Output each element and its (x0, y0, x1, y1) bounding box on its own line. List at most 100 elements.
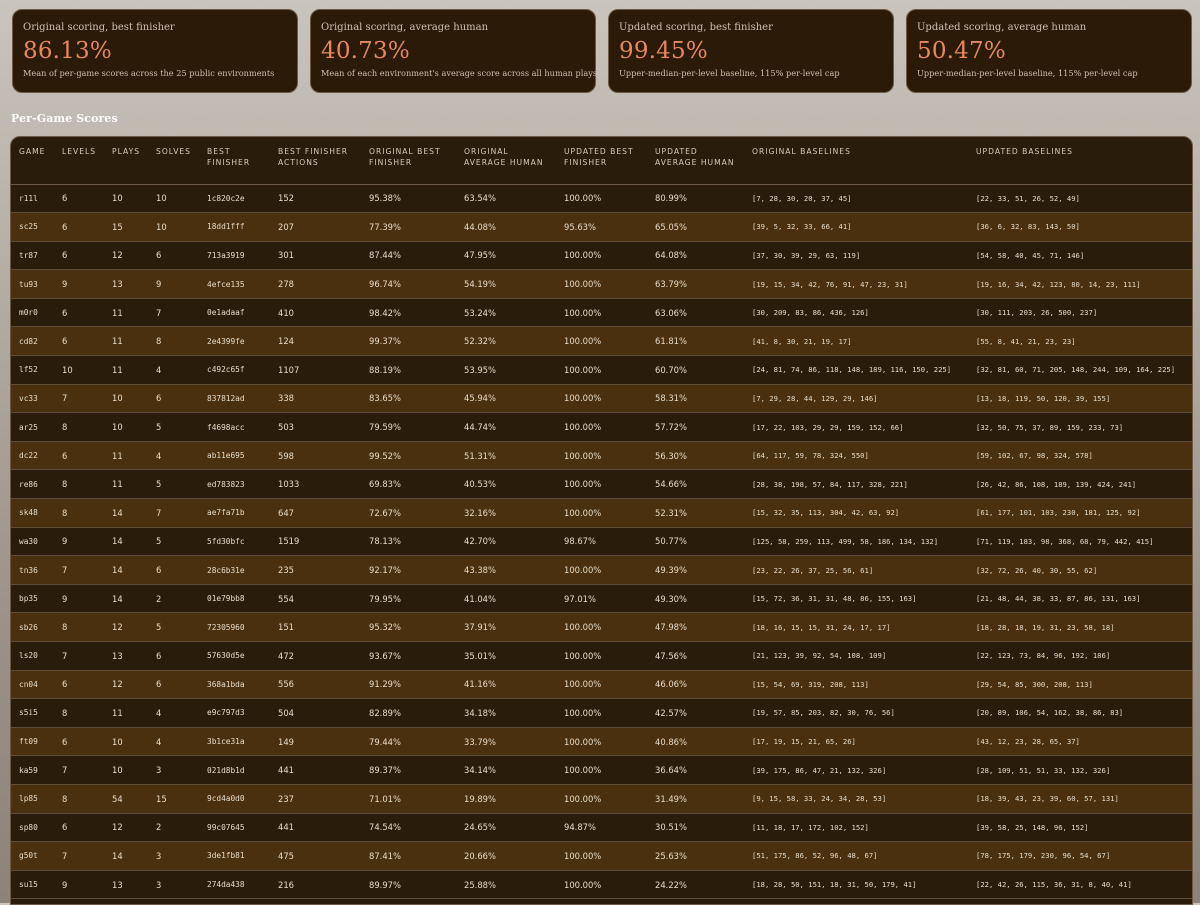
game-cell: tr87 (11, 241, 54, 271)
best-finisher-actions-cell: 237 (270, 784, 361, 814)
updated-best-finisher-cell: 100.00% (556, 241, 647, 271)
levels-cell: 6 (54, 326, 104, 357)
solves-cell: 4 (148, 698, 199, 728)
table-row[interactable]: dc22 6 11 4 ab11e695 598 99.52% 51.31% 100.00% 56… (11, 441, 1192, 471)
column-header-updated-average-human[interactable]: UPDATED AVERAGE HUMAN (647, 137, 744, 185)
original-average-human-cell: 40.53% (456, 469, 556, 500)
summary-card-updated-best: Updated scoring, best finisher 99.45% Up… (608, 9, 894, 93)
table-row[interactable]: lf52 10 11 4 c492c65f 1107 88.19% 53.95% 100.00%… (11, 355, 1192, 385)
original-best-finisher-cell: 79.95% (361, 584, 456, 614)
table-row[interactable]: r11l 6 10 10 1c820c2e 152 95.38% 63.54% 100.00% 8… (11, 184, 1192, 214)
original-best-finisher-cell: 98.42% (361, 298, 456, 328)
plays-cell: 14 (104, 527, 148, 557)
best-finisher-cell: ed783823 (199, 469, 270, 500)
game-cell: tu93 (11, 269, 54, 299)
updated-average-human-cell: 42.57% (647, 698, 744, 728)
table-row[interactable]: vc33 7 10 6 837812ad 338 83.65% 45.94% 100.00% 58… (11, 384, 1192, 414)
table-row[interactable]: su15 9 13 3 274da438 216 89.97% 25.88% 100.00% 24… (11, 870, 1192, 900)
table-row[interactable]: m0r0 6 11 7 0e1adaaf 410 98.42% 53.24% 100.00% 63… (11, 298, 1192, 328)
table-row[interactable]: bp35 9 14 2 01e79bb8 554 79.95% 41.04% 97.01% 49.… (11, 584, 1192, 614)
updated-average-human-cell: 31.49% (647, 784, 744, 814)
table-row[interactable]: g50t 7 14 3 3de1fb81 475 87.41% 20.66% 100.00% 25… (11, 841, 1192, 871)
best-finisher-actions-cell: 278 (270, 269, 361, 299)
table-row[interactable]: tr87 6 12 6 713a3919 301 87.44% 47.95% 100.00% 64… (11, 241, 1192, 271)
updated-best-finisher-cell: 100.00% (556, 870, 647, 900)
table-row[interactable]: cd82 6 11 8 2e4399fe 124 99.37% 52.32% 100.00% 61… (11, 326, 1192, 357)
column-header-updated-best-finisher[interactable]: UPDATED BEST FINISHER (556, 137, 647, 185)
updated-average-human-cell: 60.70% (647, 355, 744, 385)
column-header-updated-baselines[interactable]: UPDATED BASELINES (968, 137, 1192, 185)
best-finisher-cell: ab11e695 (199, 441, 270, 471)
plays-cell: 14 (104, 841, 148, 871)
table-row[interactable]: sk48 8 14 7 ae7fa71b 647 72.67% 32.16% 100.00% 52… (11, 498, 1192, 528)
column-header-best-finisher[interactable]: BEST FINISHER (199, 137, 270, 185)
original-average-human-cell: 43.38% (456, 555, 556, 585)
table-row[interactable]: sb26 8 12 5 72305960 151 95.32% 37.91% 100.00% 47… (11, 612, 1192, 642)
table-row[interactable]: ft09 6 10 4 3b1ce31a 149 79.44% 33.79% 100.00% 40… (11, 727, 1192, 757)
original-baselines-cell: [39, 5, 32, 33, 66, 41] (744, 212, 968, 242)
best-finisher-actions-cell: 338 (270, 384, 361, 414)
best-finisher-cell: 4efce135 (199, 269, 270, 299)
column-header-plays[interactable]: PLAYS (104, 137, 148, 185)
game-cell: cn04 (11, 670, 54, 700)
best-finisher-actions-cell: 124 (270, 326, 361, 357)
updated-baselines-cell: [22, 42, 26, 115, 36, 31, 8, 40, 41] (968, 870, 1192, 900)
table-row[interactable]: cn04 6 12 6 368a1bda 556 91.29% 41.16% 100.00% 46… (11, 670, 1192, 700)
original-average-human-cell: 53.95% (456, 355, 556, 385)
updated-average-human-cell: 56.30% (647, 441, 744, 471)
table-row[interactable]: re86 8 11 5 ed783823 1033 69.83% 40.53% 100.00% 5… (11, 469, 1192, 500)
updated-average-human-cell: 61.81% (647, 326, 744, 357)
best-finisher-cell: 837812ad (199, 384, 270, 414)
levels-cell: 8 (54, 784, 104, 814)
original-best-finisher-cell: 77.39% (361, 212, 456, 242)
solves-cell: 6 (148, 641, 199, 671)
table-row[interactable]: sp80 6 12 2 99c07645 441 74.54% 24.65% 94.87% 30.… (11, 813, 1192, 843)
plays-cell: 15 (104, 212, 148, 242)
updated-average-human-cell: 64.08% (647, 241, 744, 271)
plays-cell: 11 (104, 355, 148, 385)
original-baselines-cell: [19, 57, 85, 203, 82, 30, 76, 56] (744, 698, 968, 728)
table-row[interactable]: wa30 9 14 5 5fd30bfc 1519 78.13% 42.70% 98.67% 50… (11, 527, 1192, 557)
original-best-finisher-cell: 72.67% (361, 498, 456, 528)
solves-cell: 6 (148, 555, 199, 585)
table-row[interactable]: sc25 6 15 10 18dd1fff 207 77.39% 44.08% 95.63% 65… (11, 212, 1192, 242)
table-row[interactable]: ka59 7 10 3 021d8b1d 441 89.37% 34.14% 100.00% 36… (11, 755, 1192, 785)
table-row[interactable]: tu93 9 13 9 4efce135 278 96.74% 54.19% 100.00% 63… (11, 269, 1192, 299)
table-row[interactable]: s5i5 8 11 4 e9c797d3 504 82.89% 34.18% 100.00% 42… (11, 698, 1192, 728)
original-average-human-cell: 41.16% (456, 670, 556, 700)
table-row[interactable]: tn36 7 14 6 28c6b31e 235 92.17% 43.38% 100.00% 49… (11, 555, 1192, 585)
column-header-best-finisher-actions[interactable]: BEST FINISHER ACTIONS (270, 137, 361, 185)
per-game-scores-table: GAME LEVELS PLAYS SOLVES BEST FINISHER B… (10, 136, 1193, 905)
original-best-finisher-cell: 99.52% (361, 441, 456, 471)
column-header-original-average-human[interactable]: ORIGINAL AVERAGE HUMAN (456, 137, 556, 185)
original-best-finisher-cell: 87.41% (361, 841, 456, 871)
column-header-original-baselines[interactable]: ORIGINAL BASELINES (744, 137, 968, 185)
updated-baselines-cell: [71, 119, 183, 98, 368, 68, 79, 442, 415… (968, 527, 1192, 557)
column-header-original-best-finisher[interactable]: ORIGINAL BEST FINISHER (361, 137, 456, 185)
solves-cell: 4 (148, 355, 199, 385)
column-header-game[interactable]: GAME (11, 137, 54, 185)
solves-cell: 5 (148, 469, 199, 500)
best-finisher-actions-cell: 647 (270, 498, 361, 528)
original-best-finisher-cell: 69.83% (361, 469, 456, 500)
game-cell: ka59 (11, 755, 54, 785)
original-baselines-cell: [24, 81, 74, 86, 118, 148, 189, 116, 150… (744, 355, 968, 385)
plays-cell: 12 (104, 612, 148, 642)
table-row[interactable]: ar25 8 10 5 f4698acc 503 79.59% 44.74% 100.00% 57… (11, 412, 1192, 442)
card-label: Updated scoring, best finisher (619, 22, 773, 33)
game-cell: r11l (11, 184, 54, 214)
solves-cell: 6 (148, 384, 199, 414)
table-row[interactable]: lp85 8 54 15 9cd4a0d0 237 71.01% 19.89% 100.00% 3… (11, 784, 1192, 814)
column-header-solves[interactable]: SOLVES (148, 137, 199, 185)
best-finisher-cell: e9c797d3 (199, 698, 270, 728)
plays-cell: 11 (104, 298, 148, 328)
best-finisher-cell: 99c07645 (199, 813, 270, 843)
original-baselines-cell: [15, 72, 36, 31, 31, 48, 86, 155, 163] (744, 584, 968, 614)
plays-cell: 11 (104, 469, 148, 500)
updated-average-human-cell: 25.63% (647, 841, 744, 871)
game-cell: sc25 (11, 212, 54, 242)
column-header-levels[interactable]: LEVELS (54, 137, 104, 185)
levels-cell: 8 (54, 698, 104, 728)
solves-cell: 5 (148, 612, 199, 642)
table-row[interactable]: ls20 7 13 6 57630d5e 472 93.67% 35.01% 100.00% 47… (11, 641, 1192, 671)
